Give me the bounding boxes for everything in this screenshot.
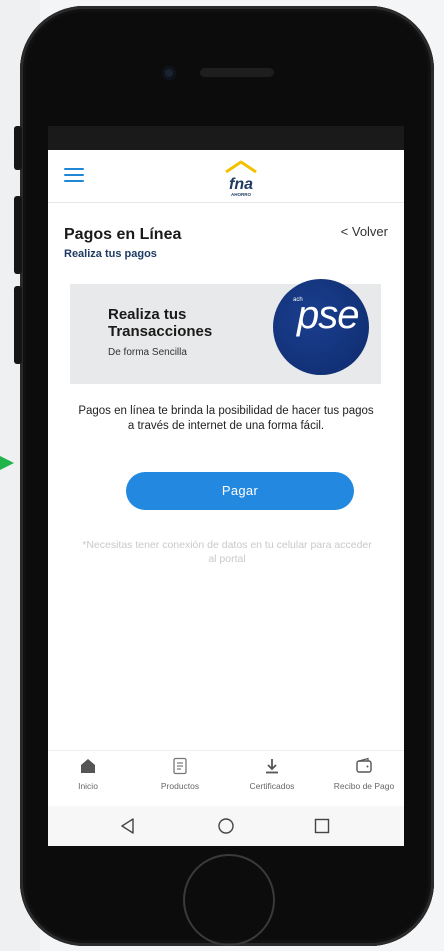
bottom-navigation: Inicio Productos Certificados Recibo de … (48, 750, 404, 807)
nav-item-recibo-de-pago[interactable]: Recibo de Pago (324, 757, 404, 791)
hamburger-menu-icon[interactable] (64, 168, 84, 182)
page-subtitle: Realiza tus pagos (64, 248, 157, 260)
status-bar (48, 126, 404, 150)
phone-speaker (200, 68, 274, 77)
pointer-arrow-icon (0, 456, 14, 470)
document-icon (173, 757, 187, 775)
page-title: Pagos en Línea (64, 226, 182, 243)
nav-label: Productos (160, 781, 200, 791)
recents-icon[interactable] (312, 816, 332, 836)
fna-logo: fna AHORRO (225, 160, 257, 197)
nav-item-certificados[interactable]: Certificados (232, 757, 312, 791)
banner-title-line2: Transacciones (108, 323, 213, 340)
connection-notice: *Necesitas tener conexión de datos en tu… (82, 539, 372, 565)
home-icon (81, 759, 95, 773)
home-circle-icon[interactable] (216, 816, 236, 836)
banner-title: Realiza tus Transacciones (108, 306, 212, 340)
back-button[interactable]: < Volver (341, 224, 388, 239)
banner-subtitle: De forma Sencilla (108, 347, 187, 358)
nav-label: Certificados (249, 781, 295, 791)
description-text: Pagos en línea te brinda la posibilidad … (78, 405, 374, 432)
nav-label: Recibo de Pago (333, 781, 395, 791)
pse-logo: ach pse (273, 279, 369, 375)
phone-volume-up-button (14, 196, 22, 274)
pse-logo-text: pse (297, 293, 359, 337)
logo-subtext: AHORRO (231, 192, 251, 197)
nav-label: Inicio (78, 781, 98, 791)
nav-item-productos[interactable]: Productos (140, 757, 220, 791)
phone-camera (162, 66, 176, 80)
pse-banner: Realiza tus Transacciones De forma Senci… (70, 279, 381, 384)
phone-side-button (14, 126, 22, 170)
nav-item-inicio[interactable]: Inicio (48, 757, 128, 791)
banner-title-line1: Realiza tus (108, 306, 187, 323)
app-header: fna AHORRO (48, 150, 404, 203)
system-navigation-bar (48, 806, 404, 846)
phone-volume-down-button (14, 286, 22, 364)
logo-text: fna (229, 176, 253, 193)
phone-home-button (183, 854, 275, 946)
back-icon[interactable] (118, 816, 138, 836)
wallet-icon (356, 757, 372, 773)
pay-button[interactable]: Pagar (126, 472, 354, 510)
app-screen: fna AHORRO Pagos en Línea Realiza tus pa… (48, 126, 404, 846)
download-icon (266, 759, 278, 774)
